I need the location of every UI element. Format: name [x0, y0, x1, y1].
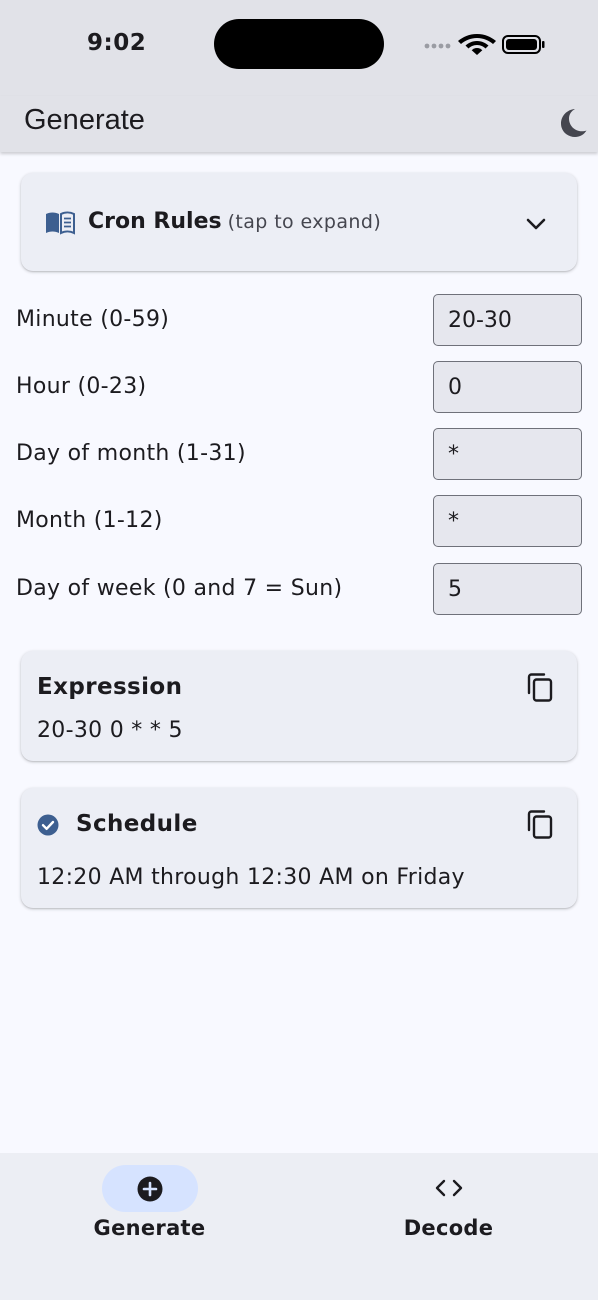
month-input[interactable]: [433, 495, 582, 547]
copy-schedule-button[interactable]: [525, 809, 555, 841]
theme-toggle-button[interactable]: [556, 106, 590, 140]
month-label: Month (1-12): [16, 508, 163, 533]
nav-item-generate[interactable]: Generate: [0, 1153, 299, 1300]
status-bar: 9:02: [0, 0, 598, 96]
cron-rules-expandable[interactable]: Cron Rules (tap to expand): [21, 173, 577, 271]
bottom-navigation: Generate Decode: [0, 1153, 598, 1300]
minute-input[interactable]: [433, 294, 582, 346]
copy-icon: [527, 810, 553, 839]
check-circle-icon: [37, 814, 59, 836]
minute-field-row: Minute (0-59): [0, 294, 598, 346]
status-icons: [424, 34, 545, 55]
app-bar: Generate: [0, 96, 598, 152]
schedule-title: Schedule: [76, 811, 198, 837]
day-of-week-label: Day of week (0 and 7 = Sun): [16, 576, 343, 601]
nav-label-generate: Generate: [93, 1216, 206, 1240]
hour-input[interactable]: [433, 361, 582, 413]
cellular-signal-icon: [424, 43, 451, 49]
code-icon: [435, 1179, 463, 1197]
book-icon: [46, 211, 75, 235]
chevron-down-icon[interactable]: [523, 211, 549, 237]
wifi-icon: [458, 34, 496, 55]
expression-card: Expression 20-30 0 * * 5: [21, 651, 577, 761]
cron-rules-hint: (tap to expand): [227, 211, 382, 233]
hour-label: Hour (0-23): [16, 374, 147, 399]
day-of-week-input[interactable]: [433, 563, 582, 615]
nav-label-decode: Decode: [403, 1216, 494, 1240]
schedule-description: 12:20 AM through 12:30 AM on Friday: [37, 865, 465, 890]
dynamic-island: [214, 19, 384, 69]
day-of-month-field-row: Day of month (1-31): [0, 428, 598, 480]
copy-expression-button[interactable]: [525, 672, 555, 704]
battery-icon: [502, 35, 545, 54]
copy-icon: [527, 673, 553, 702]
hour-field-row: Hour (0-23): [0, 361, 598, 413]
page-title: Generate: [24, 104, 145, 136]
add-circle-icon: [137, 1176, 163, 1202]
day-of-week-field-row: Day of week (0 and 7 = Sun): [0, 563, 598, 615]
expression-title: Expression: [37, 674, 183, 700]
day-of-month-label: Day of month (1-31): [16, 441, 246, 466]
nav-item-decode[interactable]: Decode: [299, 1153, 598, 1300]
day-of-month-input[interactable]: [433, 428, 582, 480]
expression-value: 20-30 0 * * 5: [37, 718, 183, 743]
moon-icon: [561, 109, 587, 137]
cron-rules-label: Cron Rules: [88, 209, 222, 234]
cron-rules-title: Cron Rules (tap to expand): [88, 209, 381, 234]
schedule-card: Schedule 12:20 AM through 12:30 AM on Fr…: [21, 788, 577, 908]
minute-label: Minute (0-59): [16, 307, 170, 332]
month-field-row: Month (1-12): [0, 495, 598, 547]
status-time: 9:02: [87, 30, 147, 56]
